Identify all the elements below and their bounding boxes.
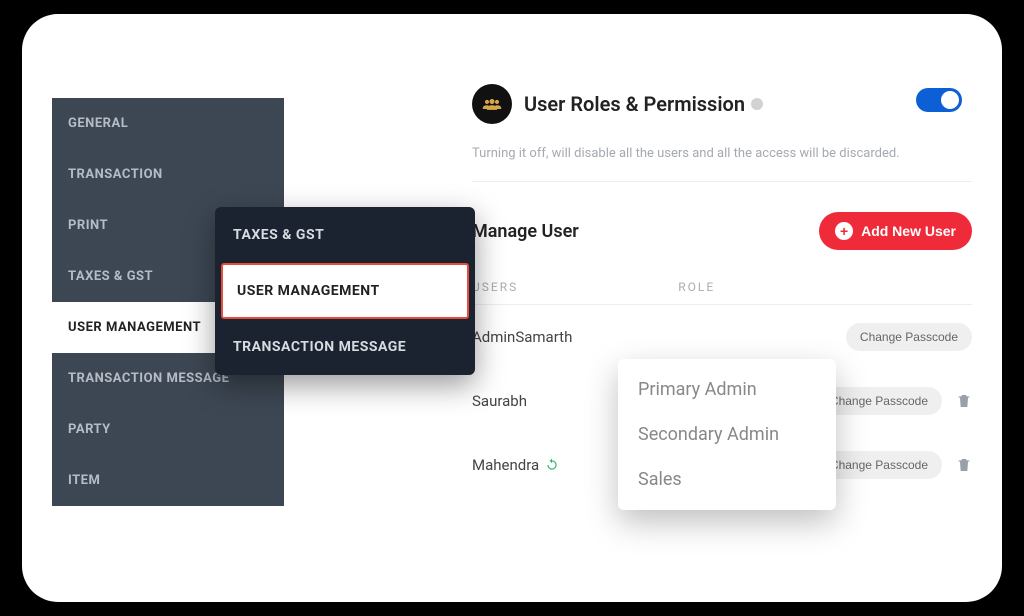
submenu-item-user-management[interactable]: USER MANAGEMENT [221,263,469,319]
trash-icon[interactable] [956,456,972,474]
page-title: User Roles & Permission [524,92,763,116]
add-new-user-button[interactable]: + Add New User [819,212,972,250]
header-subtext: Turning it off, will disable all the use… [472,146,972,182]
header-row: User Roles & Permission [472,84,972,124]
table-header: USERS ROLE [472,280,972,305]
page-title-text: User Roles & Permission [524,92,745,116]
plus-icon: + [835,222,853,240]
manage-user-title: Manage User [472,221,579,242]
feature-toggle[interactable] [916,88,962,112]
sync-icon [545,458,559,472]
app-card: GENERAL TRANSACTION PRINT TAXES & GST US… [22,14,1002,602]
sidebar-item-general[interactable]: GENERAL [52,98,284,149]
user-name-text: Saurabh [472,392,527,410]
manage-user-row: Manage User + Add New User [472,212,972,250]
user-name-text: Mahendra [472,456,539,474]
sidebar-item-party[interactable]: PARTY [52,404,284,455]
trash-icon[interactable] [956,392,972,410]
col-role: ROLE [678,280,715,294]
submenu-item-taxes-gst[interactable]: TAXES & GST [215,207,475,263]
change-passcode-button[interactable]: Change Passcode [846,323,972,351]
submenu-item-transaction-message[interactable]: TRANSACTION MESSAGE [215,319,475,375]
sidebar-submenu: TAXES & GST USER MANAGEMENT TRANSACTION … [215,207,475,375]
col-users: USERS [472,280,518,294]
role-option-sales[interactable]: Sales [618,457,836,502]
users-icon [472,84,512,124]
sidebar-item-transaction[interactable]: TRANSACTION [52,149,284,200]
user-name: AdminSamarth [472,328,672,346]
info-icon[interactable] [751,98,763,110]
user-name-text: AdminSamarth [472,328,572,346]
role-option-secondary-admin[interactable]: Secondary Admin [618,412,836,457]
sidebar-item-item[interactable]: ITEM [52,455,284,506]
role-option-primary-admin[interactable]: Primary Admin [618,367,836,412]
role-dropdown: Primary Admin Secondary Admin Sales [618,359,836,510]
add-new-user-label: Add New User [861,223,956,239]
